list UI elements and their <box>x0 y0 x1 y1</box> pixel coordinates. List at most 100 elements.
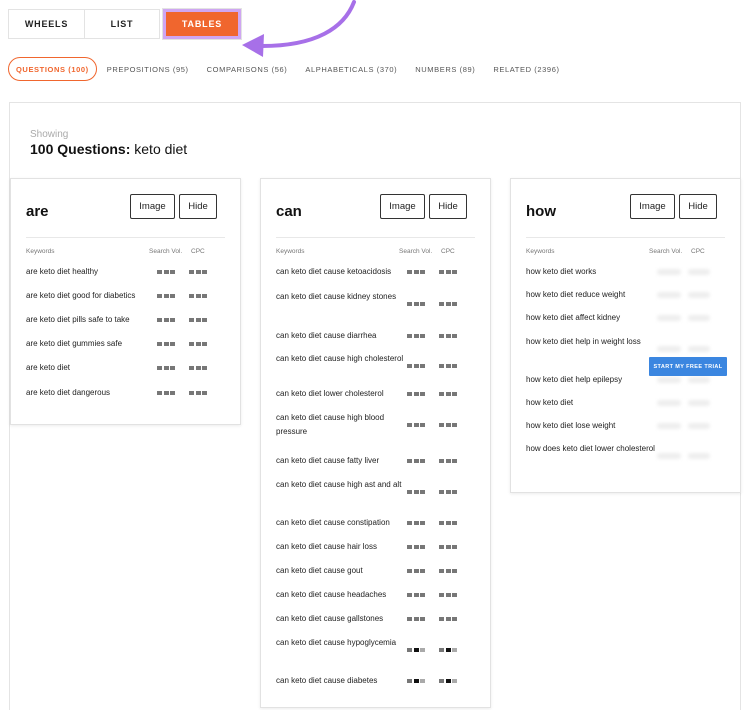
table-row[interactable]: can keto diet cause diabetes <box>276 674 476 688</box>
indicator-dot <box>452 679 457 683</box>
search-volume-blurred <box>657 315 681 321</box>
indicator-dot <box>439 364 444 368</box>
table-row[interactable]: are keto diet <box>26 361 226 375</box>
indicator-dot <box>452 423 457 427</box>
results-title: 100 Questions: keto diet <box>30 141 187 157</box>
search-volume-blurred <box>657 346 681 352</box>
indicator-dot <box>189 270 194 274</box>
filter-comparisons[interactable]: COMPARISONS (56) <box>207 65 288 74</box>
indicator-dot <box>407 545 412 549</box>
table-row[interactable]: are keto diet dangerous <box>26 386 226 400</box>
keyword-text: how keto diet works <box>526 267 597 276</box>
cpc-indicator <box>439 593 459 597</box>
filter-alphabeticals[interactable]: ALPHABETICALS (370) <box>305 65 397 74</box>
indicator-dot <box>413 679 419 683</box>
cpc-indicator <box>439 617 459 621</box>
indicator-dot <box>452 545 457 549</box>
table-row[interactable]: how keto diet reduce weight <box>526 288 726 302</box>
table-row[interactable]: how keto diet <box>526 396 726 410</box>
keyword-text: can keto diet cause gallstones <box>276 614 384 623</box>
column-header-search-volume: Search Vol. <box>649 248 683 255</box>
filter-related[interactable]: RELATED (2396) <box>493 65 559 74</box>
indicator-dot <box>163 366 169 370</box>
table-row[interactable]: can keto diet cause headaches <box>276 588 476 602</box>
indicator-dot <box>413 392 419 396</box>
search-volume-indicator <box>407 521 427 525</box>
indicator-dot <box>439 392 444 396</box>
image-button[interactable]: Image <box>630 194 675 219</box>
tab-list[interactable]: LIST <box>85 9 160 39</box>
search-volume-blurred <box>657 423 681 429</box>
indicator-dot <box>445 521 451 525</box>
table-row[interactable]: can keto diet cause fatty liver <box>276 454 476 468</box>
table-row[interactable]: how keto diet lose weight <box>526 419 726 433</box>
keyword-text: can keto diet cause high blood pressure <box>276 413 385 436</box>
table-row[interactable]: can keto diet cause diarrhea <box>276 329 476 343</box>
hide-button[interactable]: Hide <box>679 194 717 219</box>
table-row[interactable]: how keto diet affect kidney <box>526 311 726 325</box>
indicator-dot <box>445 334 451 338</box>
table-row[interactable]: can keto diet cause ketoacidosis <box>276 265 476 279</box>
table-row[interactable]: are keto diet gummies safe <box>26 337 226 351</box>
tab-tables[interactable]: TABLES <box>166 12 238 36</box>
table-row[interactable]: can keto diet cause high blood pressure <box>276 411 476 439</box>
indicator-dot <box>413 569 419 573</box>
search-volume-blurred <box>657 400 681 406</box>
indicator-dot <box>420 545 425 549</box>
table-row[interactable]: can keto diet cause gout <box>276 564 476 578</box>
table-row[interactable]: can keto diet cause gallstones <box>276 612 476 626</box>
table-row[interactable]: can keto diet cause high ast and alt <box>276 478 476 506</box>
hide-button[interactable]: Hide <box>429 194 467 219</box>
image-button[interactable]: Image <box>380 194 425 219</box>
table-row[interactable]: are keto diet good for diabetics <box>26 289 226 303</box>
column-header-search-volume: Search Vol. <box>399 248 433 255</box>
indicator-dot <box>407 302 412 306</box>
keyword-text: are keto diet good for diabetics <box>26 291 136 300</box>
indicator-dot <box>202 366 207 370</box>
table-row[interactable]: can keto diet cause hypoglycemia <box>276 636 476 664</box>
search-volume-indicator <box>407 302 427 306</box>
table-row[interactable]: can keto diet lower cholesterol <box>276 387 476 401</box>
indicator-dot <box>202 342 207 346</box>
indicator-dot <box>439 545 444 549</box>
filter-tabs: QUESTIONS (100) PREPOSITIONS (95) COMPAR… <box>8 57 578 81</box>
indicator-dot <box>439 569 444 573</box>
keyword-text: how keto diet affect kidney <box>526 313 621 322</box>
table-row[interactable]: can keto diet cause hair loss <box>276 540 476 554</box>
indicator-dot <box>202 270 207 274</box>
filter-numbers[interactable]: NUMBERS (89) <box>415 65 475 74</box>
view-tabs: WHEELS LIST TABLES <box>8 8 242 40</box>
image-button[interactable]: Image <box>130 194 175 219</box>
indicator-dot <box>445 569 451 573</box>
tab-tables-highlight[interactable]: TABLES <box>162 8 242 40</box>
table-row[interactable]: are keto diet healthy <box>26 265 226 279</box>
search-volume-indicator <box>407 423 427 427</box>
indicator-dot <box>445 593 451 597</box>
indicator-dot <box>407 569 412 573</box>
filter-questions[interactable]: QUESTIONS (100) <box>8 57 97 81</box>
hide-button[interactable]: Hide <box>179 194 217 219</box>
table-row[interactable]: how does keto diet lower cholesterol <box>526 442 726 470</box>
table-row[interactable]: how keto diet works <box>526 265 726 279</box>
indicator-dot <box>413 459 419 463</box>
indicator-dot <box>189 342 194 346</box>
indicator-dot <box>157 391 162 395</box>
indicator-dot <box>445 545 451 549</box>
filter-prepositions[interactable]: PREPOSITIONS (95) <box>107 65 189 74</box>
card-can: can Image Hide Keywords Search Vol. CPC … <box>260 178 491 708</box>
table-row[interactable]: can keto diet cause constipation <box>276 516 476 530</box>
indicator-dot <box>420 334 425 338</box>
showing-label: Showing <box>30 129 69 140</box>
search-volume-indicator <box>407 364 427 368</box>
keyword-text: can keto diet cause diabetes <box>276 676 378 685</box>
table-row[interactable]: are keto diet pills safe to take <box>26 313 226 327</box>
start-free-trial-button[interactable]: START MY FREE TRIAL <box>649 357 727 376</box>
column-header-cpc: CPC <box>691 248 705 255</box>
cpc-blurred <box>688 453 710 459</box>
card-title: can <box>276 203 302 220</box>
table-row[interactable]: can keto diet cause kidney stones <box>276 290 476 318</box>
indicator-dot <box>445 679 451 683</box>
table-row[interactable]: can keto diet cause high cholesterol <box>276 352 476 380</box>
card-divider <box>276 237 475 238</box>
tab-wheels[interactable]: WHEELS <box>8 9 85 39</box>
